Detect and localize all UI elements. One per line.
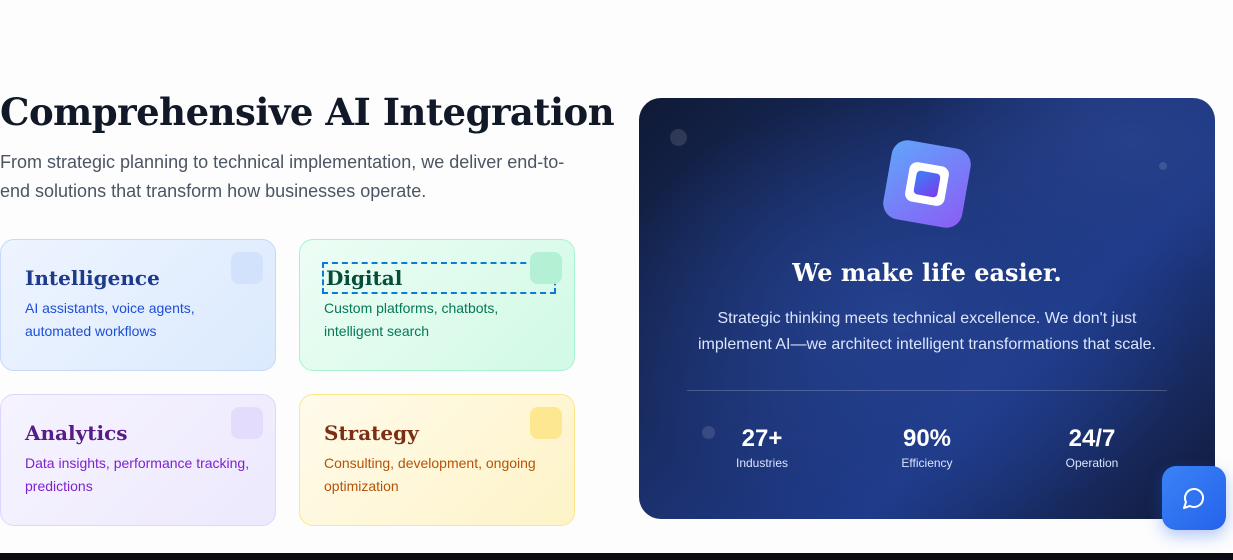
panel-title: We make life easier. [792,258,1062,287]
card-description: Data insights, performance tracking, pre… [25,455,250,494]
panel-text: Strategic thinking meets technical excel… [698,310,1156,353]
decorative-dot [670,129,687,146]
section-subtitle: From strategic planning to technical imp… [0,152,565,201]
card-icon [530,252,562,284]
card-strategy[interactable]: Strategy Consulting, development, ongoin… [299,394,575,526]
card-icon [231,252,263,284]
card-description: Consulting, development, ongoing optimiz… [324,455,536,494]
app-logo-icon [880,137,974,231]
card-title: Strategy [324,421,419,445]
stat-label: Operation [1065,456,1119,470]
stat-operation: 24/7 Operation [1022,424,1162,471]
card-title: Analytics [25,421,128,445]
card-icon [530,407,562,439]
card-intelligence[interactable]: Intelligence AI assistants, voice agents… [0,239,276,371]
logo-core [913,170,941,198]
chat-bubble-icon [1183,488,1204,509]
chat-button[interactable] [1162,466,1226,530]
feature-panel: We make life easier. Strategic thinking … [639,98,1215,519]
card-icon [231,407,263,439]
stat-efficiency: 90% Efficiency [857,424,997,471]
stat-value: 27+ [741,425,783,452]
divider [687,390,1167,391]
stat-label: Efficiency [901,456,953,470]
logo-inner [903,160,951,208]
card-description: AI assistants, voice agents, automated w… [25,300,195,339]
stat-label: Industries [735,456,789,470]
card-title: Intelligence [25,266,160,290]
stat-industries: 27+ Industries [692,424,832,471]
card-description: Custom platforms, chatbots, intelligent … [324,300,499,339]
stat-value: 24/7 [1068,425,1116,452]
section-title: Comprehensive AI Integration [0,90,615,134]
card-title: Digital [322,262,556,294]
card-analytics[interactable]: Analytics Data insights, performance tra… [0,394,276,526]
footer-edge [0,553,1233,560]
decorative-dot [1159,162,1167,170]
stat-value: 90% [902,425,952,452]
card-digital[interactable]: Digital Custom platforms, chatbots, inte… [299,239,575,371]
